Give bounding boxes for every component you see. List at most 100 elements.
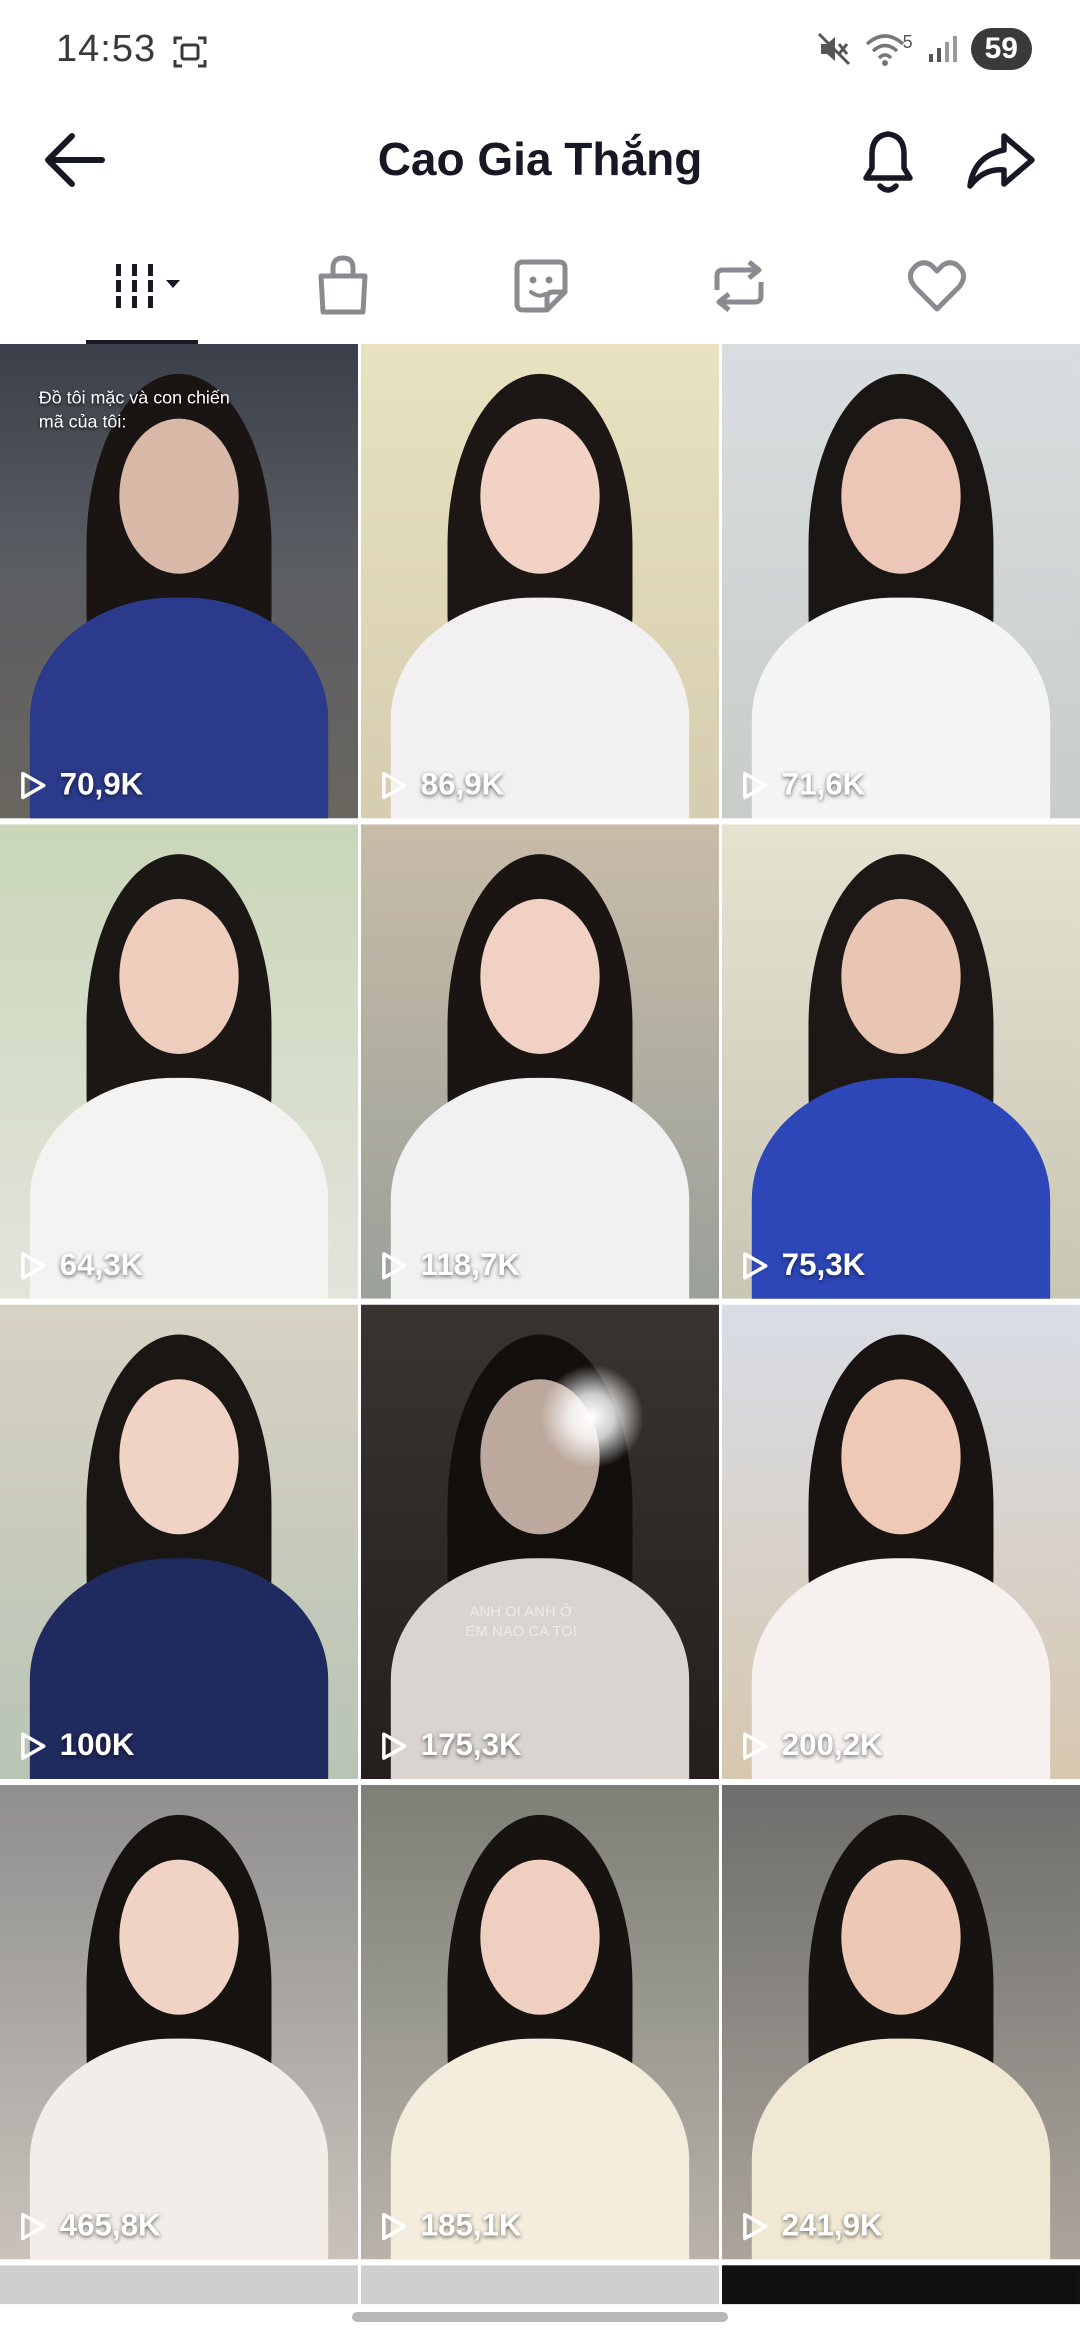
chevron-down-icon (166, 280, 180, 288)
play-icon (21, 1252, 46, 1280)
view-count: 185,1K (379, 2209, 522, 2245)
play-icon (21, 771, 46, 800)
thumbnail-subject-face (119, 418, 239, 574)
view-count: 64,3K (18, 1248, 143, 1284)
camera-flash (539, 1364, 645, 1469)
bell-icon[interactable] (852, 122, 924, 198)
view-count: 71,6K (740, 768, 865, 804)
view-count-label: 100K (59, 1728, 135, 1763)
view-count-label: 175,3K (420, 1728, 522, 1763)
play-icon (743, 2212, 768, 2241)
thumbnail-subject-face (119, 898, 239, 1055)
repost-icon (714, 260, 764, 312)
thumbnail-subject-face (841, 1859, 961, 2015)
sticker-icon (514, 259, 568, 313)
play-icon (21, 2212, 46, 2241)
thumbnail-image (360, 824, 719, 1299)
video-caption: ANH OI ANH Ở EM NAO CA TOI (465, 1604, 577, 1641)
view-count: 118,7K (379, 1248, 520, 1284)
tab-reposts[interactable] (694, 246, 784, 326)
video-thumbnail[interactable]: 100K (0, 1304, 359, 1780)
thumbnail-image (0, 1304, 359, 1780)
play-icon (743, 771, 768, 800)
thumbnail-subject-face (841, 898, 961, 1055)
video-thumbnail[interactable]: 71,6K (721, 344, 1080, 819)
status-icons: 5 59 (817, 28, 1032, 70)
play-icon (21, 1732, 46, 1760)
thumbnail-image (0, 824, 359, 1299)
video-thumbnail[interactable]: 118,7K (360, 824, 719, 1299)
view-count-label: 241,9K (781, 2208, 883, 2243)
thumbnail-subject-face (119, 1379, 239, 1535)
view-count: 100K (18, 1728, 135, 1764)
video-thumbnail[interactable]: 465,8K (0, 1784, 359, 2260)
tab-stickers[interactable] (496, 246, 586, 326)
thumbnail-image (360, 1304, 719, 1780)
thumbnail-image (360, 1784, 719, 2260)
thumbnail-image (360, 344, 719, 819)
view-count: 200,2K (740, 1728, 883, 1764)
video-thumbnail[interactable]: 86,9K (360, 344, 719, 819)
play-icon (743, 1732, 768, 1760)
video-thumbnail-partial[interactable] (0, 2265, 359, 2305)
home-indicator[interactable] (352, 2312, 728, 2322)
status-time: 14:53 (56, 28, 157, 70)
play-icon (743, 1252, 768, 1280)
play-icon (382, 1252, 407, 1280)
view-count-label: 185,1K (420, 2208, 522, 2243)
view-count: 75,3K (740, 1248, 865, 1284)
play-icon (382, 2212, 407, 2241)
thumbnail-image (0, 1784, 359, 2260)
play-icon (382, 771, 407, 800)
thumbnail-subject-face (119, 1859, 239, 2015)
video-thumbnail-partial[interactable] (360, 2265, 719, 2305)
thumbnail-image (721, 344, 1080, 819)
thumbnail-subject-face (841, 1379, 961, 1535)
view-count-label: 64,3K (59, 1247, 144, 1283)
view-count: 241,9K (740, 2209, 883, 2245)
view-count: 465,8K (18, 2209, 161, 2245)
video-thumbnail[interactable]: ANH OI ANH Ở EM NAO CA TOI 175,3K (360, 1304, 719, 1780)
tab-shop[interactable] (298, 246, 388, 326)
video-thumbnail[interactable]: 241,9K (721, 1784, 1080, 2260)
view-count-label: 200,2K (781, 1728, 883, 1763)
view-count-label: 86,9K (420, 767, 505, 802)
thumbnail-image (721, 824, 1080, 1299)
play-icon (382, 1732, 407, 1760)
thumbnail-subject-face (480, 898, 600, 1055)
battery-indicator: 59 (970, 28, 1032, 70)
view-count-label: 118,7K (420, 1247, 520, 1283)
view-count-label: 465,8K (59, 2208, 161, 2243)
video-caption: Đồ tôi mặc và con chiến mã của tôi: (38, 387, 230, 433)
wifi-icon (865, 34, 904, 66)
status-bar: 14:53 5 59 (0, 0, 1080, 100)
video-thumbnail[interactable]: 75,3K (721, 824, 1080, 1299)
view-count-label: 71,6K (781, 767, 866, 802)
view-count-label: 70,9K (59, 767, 144, 802)
video-thumbnail-partial[interactable] (721, 2265, 1080, 2305)
thumbnail-subject-face (480, 1859, 600, 2015)
video-thumbnail[interactable]: 200,2K (721, 1304, 1080, 1780)
thumbnail-subject-face (480, 418, 600, 574)
network-label: 5 (902, 31, 913, 52)
video-grid: Đồ tôi mặc và con chiến mã của tôi: 70,9K… (0, 344, 1080, 2305)
signal-icon (928, 36, 957, 62)
view-count: 70,9K (18, 768, 143, 804)
profile-header: Cao Gia Thắng (0, 100, 1080, 220)
tab-liked[interactable] (892, 246, 982, 326)
thumbnail-subject-face (841, 418, 961, 574)
share-icon[interactable] (962, 126, 1038, 194)
thumbnail-image (721, 1304, 1080, 1780)
shopping-bag-icon (318, 255, 368, 315)
profile-tabs (0, 228, 1080, 344)
mute-icon (817, 32, 850, 66)
video-thumbnail[interactable]: 64,3K (0, 824, 359, 1299)
view-count-label: 75,3K (781, 1247, 866, 1283)
view-count: 86,9K (379, 768, 504, 804)
tab-videos[interactable] (100, 246, 190, 326)
video-thumbnail[interactable]: 185,1K (360, 1784, 719, 2260)
video-thumbnail[interactable]: Đồ tôi mặc và con chiến mã của tôi: 70,9K (0, 344, 359, 819)
screen-record-icon (173, 36, 207, 68)
heart-icon (907, 260, 967, 312)
grid-icon (110, 264, 180, 308)
